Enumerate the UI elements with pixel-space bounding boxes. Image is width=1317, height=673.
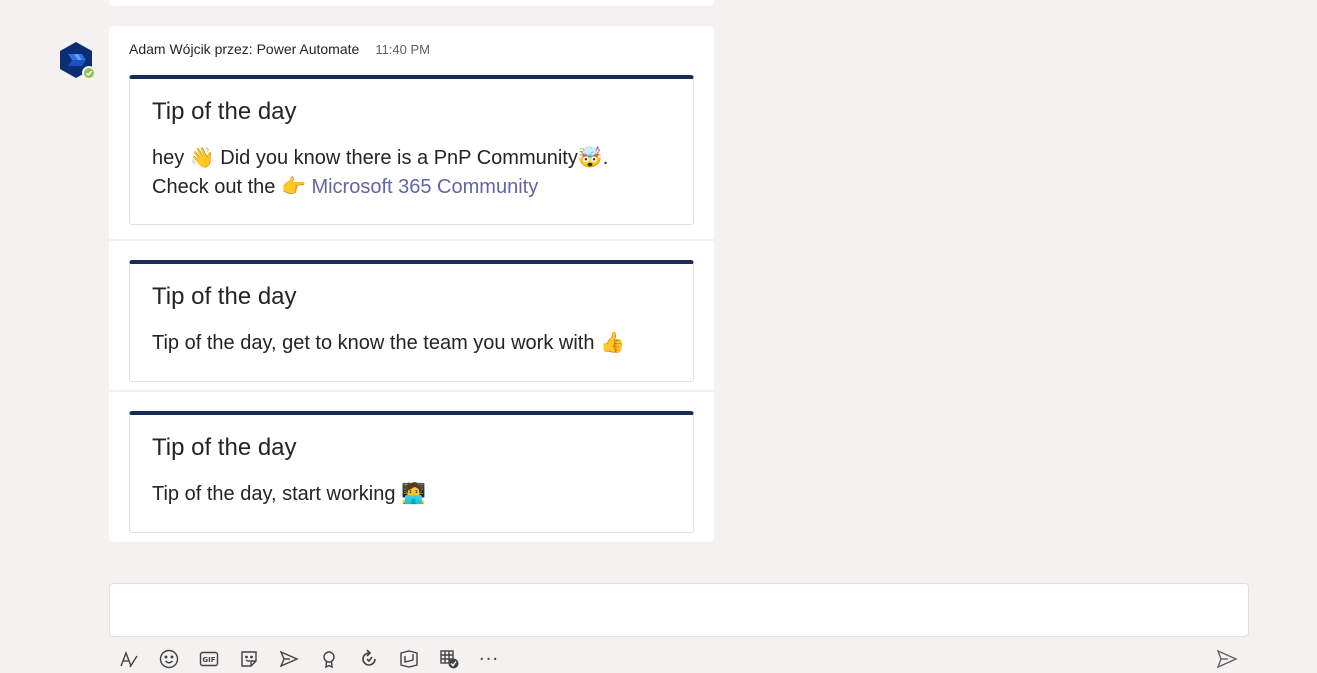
message-block: Adam Wójcik przez: Power Automate 11:40 …: [109, 26, 714, 239]
gif-icon[interactable]: GIF: [196, 646, 222, 672]
loop-icon[interactable]: [356, 646, 382, 672]
card-text: Tip of the day, get to know the team you…: [152, 328, 671, 357]
presence-available-icon: [82, 66, 96, 80]
card-title: Tip of the day: [152, 434, 297, 461]
card-text-segment: .: [602, 147, 609, 169]
stream-icon[interactable]: [396, 646, 422, 672]
previous-message-tail: [109, 0, 714, 6]
more-options-icon[interactable]: ···: [476, 646, 502, 672]
message-timestamp: 11:40 PM: [375, 42, 430, 57]
compose-toolbar: GIF ···: [109, 644, 1249, 672]
gif-label: GIF: [202, 656, 215, 664]
card-title: Tip of the day: [152, 98, 297, 125]
message: Adam Wójcik przez: Power Automate 11:40 …: [109, 26, 714, 542]
card-text-segment: Tip of the day, start working: [152, 483, 396, 505]
compose-box[interactable]: [109, 583, 1249, 637]
adaptive-card: Tip of the day Tip of the day, start wor…: [129, 411, 694, 533]
meet-now-icon[interactable]: [276, 646, 302, 672]
send-icon[interactable]: [1214, 646, 1240, 672]
emoji-icon[interactable]: [156, 646, 182, 672]
card-text-segment: hey: [152, 147, 185, 169]
adaptive-card: Tip of the day Tip of the day, get to kn…: [129, 260, 694, 382]
praise-icon[interactable]: [316, 646, 342, 672]
pointing-right-icon: 👉: [280, 174, 306, 198]
technologist-icon: 🧑‍💻: [401, 481, 426, 505]
exploding-head-icon: 🤯: [577, 145, 603, 169]
message-header: Adam Wójcik przez: Power Automate 11:40 …: [129, 41, 694, 61]
sticker-icon[interactable]: [236, 646, 262, 672]
format-icon[interactable]: [116, 646, 142, 672]
card-text-segment: Check out the: [152, 176, 276, 198]
card-text-segment: Tip of the day, get to know the team you…: [152, 332, 595, 354]
message-block: Tip of the day Tip of the day, get to kn…: [109, 241, 714, 390]
avatar[interactable]: [56, 40, 96, 80]
community-link[interactable]: Microsoft 365 Community: [311, 176, 538, 198]
adaptive-card: Tip of the day hey 👋 Did you know there …: [129, 75, 694, 225]
approvals-icon[interactable]: [436, 646, 462, 672]
card-text: Tip of the day, start working 🧑‍💻: [152, 479, 671, 508]
card-text-segment: Did you know there is a PnP Community: [220, 147, 578, 169]
message-block: Tip of the day Tip of the day, start wor…: [109, 392, 714, 542]
waving-hand-icon: 👋: [189, 145, 215, 169]
card-title: Tip of the day: [152, 283, 297, 310]
sender-name[interactable]: Adam Wójcik przez: Power Automate: [129, 41, 359, 57]
card-text: hey 👋 Did you know there is a PnP Commun…: [152, 143, 671, 201]
thumbs-up-icon: 👍: [600, 330, 625, 354]
